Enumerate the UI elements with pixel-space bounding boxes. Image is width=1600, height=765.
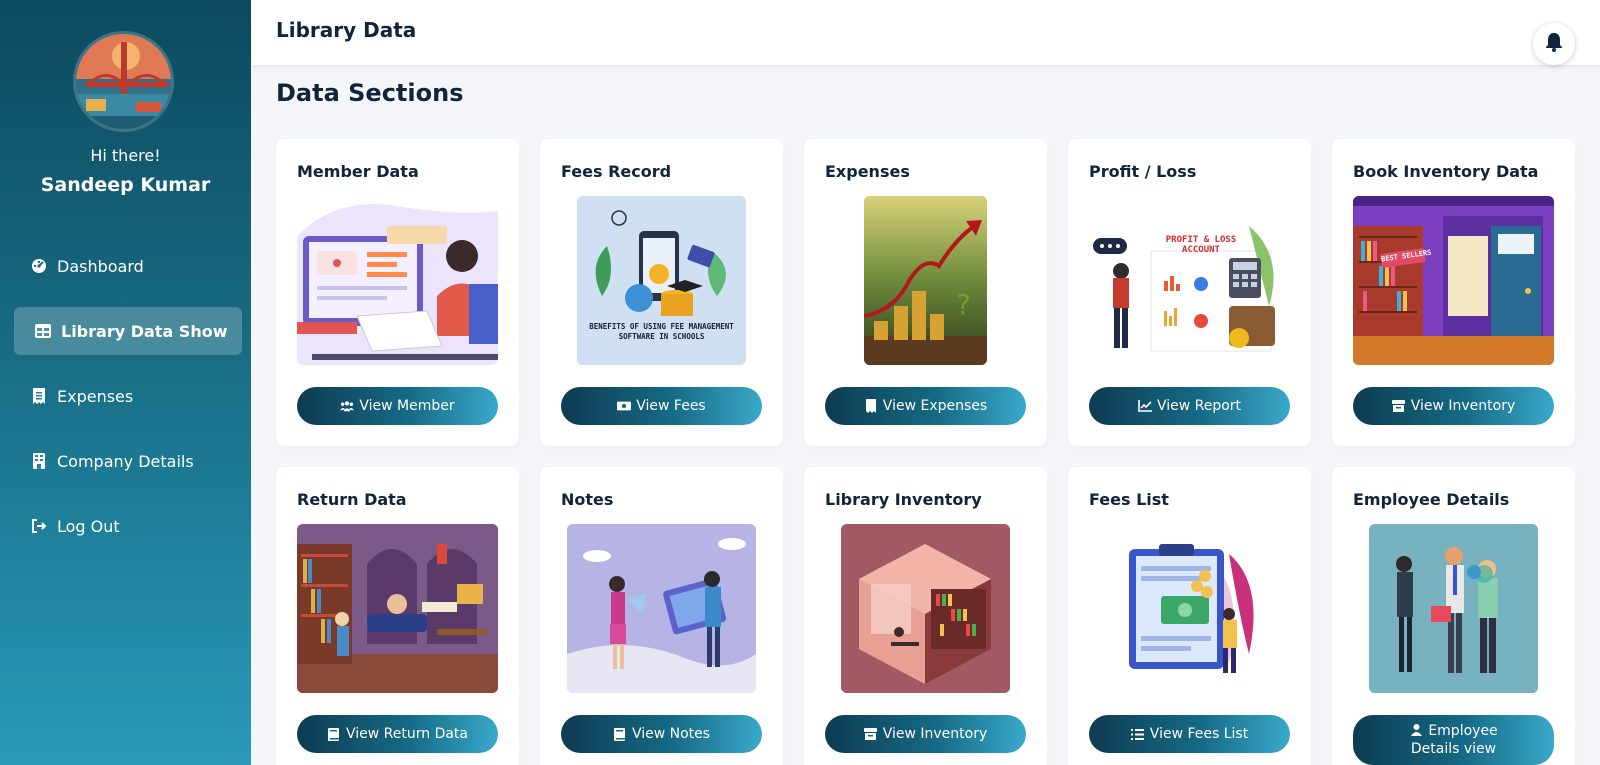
building-icon <box>30 452 48 470</box>
view-report-button[interactable]: View Report <box>1089 387 1290 425</box>
card-fees-list: Fees List View Fees List <box>1068 467 1311 765</box>
sidebar-item-label: Expenses <box>57 386 134 406</box>
card-title: Return Data <box>297 490 407 509</box>
box-icon <box>1392 399 1406 413</box>
return-data-illustration <box>297 524 498 693</box>
library-inventory-illustration <box>841 524 1010 693</box>
view-expenses-button[interactable]: View Expenses <box>825 387 1026 425</box>
view-fees-button[interactable]: View Fees <box>561 387 762 425</box>
member-data-illustration <box>297 196 498 365</box>
sidebar-item-label: Dashboard <box>57 256 144 276</box>
top-bar: Library Data <box>251 0 1600 65</box>
receipt-icon <box>30 387 48 405</box>
logout-icon <box>30 517 48 535</box>
fees-record-image-caption: BENEFITS OF USING FEE MANAGEMENT SOFTWAR… <box>589 322 734 341</box>
greeting-text: Hi there! <box>90 146 161 165</box>
sidebar-item-dashboard[interactable]: Dashboard <box>14 242 242 290</box>
sidebar: Hi there! Sandeep Kumar Dashboard Librar… <box>0 0 251 765</box>
button-label: Employee Details view <box>1410 723 1498 757</box>
sidebar-item-log-out[interactable]: Log Out <box>14 502 242 550</box>
employee-details-view-button[interactable]: Employee Details view <box>1353 715 1554 765</box>
card-title: Book Inventory Data <box>1353 162 1539 181</box>
dashboard-icon <box>30 257 48 275</box>
card-fees-record: Fees Record BENEFITS OF USING FEE MANAGE… <box>540 139 783 446</box>
sidebar-item-label: Library Data Show <box>61 321 228 341</box>
card-title: Expenses <box>825 162 910 181</box>
button-label: View Report <box>1156 398 1242 414</box>
button-label-wrap: Employee Details view <box>1384 722 1524 758</box>
notes-illustration <box>567 524 756 693</box>
bell-icon <box>1545 32 1563 56</box>
book-icon <box>613 727 627 741</box>
view-notes-button[interactable]: View Notes <box>561 715 762 753</box>
box-icon <box>864 727 878 741</box>
view-member-button[interactable]: View Member <box>297 387 498 425</box>
sidebar-nav: Dashboard Library Data Show Expenses Com… <box>14 242 242 567</box>
sidebar-item-expenses[interactable]: Expenses <box>14 372 242 420</box>
button-label: View Notes <box>631 726 711 742</box>
receipt-icon <box>864 399 878 413</box>
card-return-data: Return Data View Return Data <box>276 467 519 765</box>
view-return-data-button[interactable]: View Return Data <box>297 715 498 753</box>
fees-list-illustration <box>1089 524 1290 693</box>
users-icon <box>340 399 355 413</box>
card-member-data: Member Data View Member <box>276 139 519 446</box>
card-expenses: Expenses ? View Expenses <box>804 139 1047 446</box>
svg-text:?: ? <box>956 288 971 321</box>
expenses-illustration: ? <box>864 196 987 365</box>
card-title: Profit / Loss <box>1089 162 1197 181</box>
book-icon <box>327 727 341 741</box>
sidebar-item-label: Company Details <box>57 451 194 471</box>
card-profit-loss: Profit / Loss PROFIT & LOSS ACCOUNT View… <box>1068 139 1311 446</box>
sidebar-item-company-details[interactable]: Company Details <box>14 437 242 485</box>
sidebar-item-label: Log Out <box>57 516 120 536</box>
card-title: Fees List <box>1089 490 1169 509</box>
card-title: Library Inventory <box>825 490 982 509</box>
card-title: Fees Record <box>561 162 672 181</box>
button-label: View Fees List <box>1149 726 1249 742</box>
fees-record-illustration: BENEFITS OF USING FEE MANAGEMENT SOFTWAR… <box>577 196 746 365</box>
profit-loss-illustration: PROFIT & LOSS ACCOUNT <box>1089 196 1290 365</box>
button-label: View Expenses <box>882 398 988 414</box>
profit-loss-image-caption: PROFIT & LOSS ACCOUNT <box>1165 235 1237 255</box>
card-title: Notes <box>561 490 614 509</box>
view-library-inventory-button[interactable]: View Inventory <box>825 715 1026 753</box>
button-label: View Member <box>359 398 455 414</box>
user-name: Sandeep Kumar <box>40 174 211 196</box>
list-icon <box>1131 727 1145 741</box>
card-library-inventory: Library Inventory View Inventory <box>804 467 1047 765</box>
button-label: View Return Data <box>345 726 468 742</box>
view-inventory-button[interactable]: View Inventory <box>1353 387 1554 425</box>
employee-details-illustration <box>1369 524 1538 693</box>
book-inventory-illustration: BEST SELLERS <box>1353 196 1554 365</box>
button-label: View Inventory <box>882 726 988 742</box>
table-icon <box>34 322 52 340</box>
button-label: View Fees <box>636 398 706 414</box>
button-label: View Inventory <box>1410 398 1516 414</box>
card-title: Employee Details <box>1353 490 1510 509</box>
sidebar-item-library-data-show[interactable]: Library Data Show <box>14 307 242 355</box>
page-title: Library Data <box>276 18 417 42</box>
view-fees-list-button[interactable]: View Fees List <box>1089 715 1290 753</box>
user-icon <box>1409 723 1423 737</box>
money-icon <box>617 399 632 413</box>
card-notes: Notes View Notes <box>540 467 783 765</box>
card-employee-details: Employee Details Employee Details view <box>1332 467 1575 765</box>
card-book-inventory-data: Book Inventory Data BEST SELLERS View In… <box>1332 139 1575 446</box>
card-title: Member Data <box>297 162 419 181</box>
notification-button[interactable] <box>1533 23 1575 65</box>
avatar[interactable] <box>73 31 174 132</box>
section-title: Data Sections <box>276 79 464 107</box>
chart-line-icon <box>1138 399 1152 413</box>
